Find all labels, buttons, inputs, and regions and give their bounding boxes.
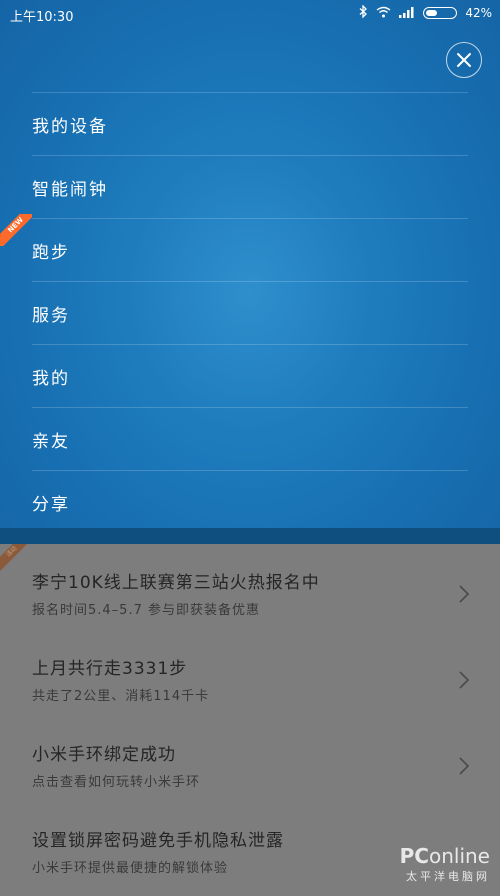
list-item-title: 小米手环绑定成功 xyxy=(32,745,176,765)
list-item-title: 李宁10K线上联赛第三站火热报名中 xyxy=(32,573,320,593)
menu-item-friends[interactable]: 亲友 xyxy=(32,407,468,470)
status-icons: 42% xyxy=(359,4,492,21)
wifi-icon xyxy=(376,6,391,21)
chevron-right-icon xyxy=(459,671,470,689)
battery-icon xyxy=(423,7,458,19)
menu-item-services[interactable]: 服务 xyxy=(32,281,468,344)
drawer-menu: 我的设备 智能闹钟 跑步 服务 我的 亲友 分享 xyxy=(32,92,468,533)
activity-badge-label: 活动 xyxy=(0,544,28,572)
menu-item-label: 跑步 xyxy=(32,242,70,263)
menu-item-share[interactable]: 分享 xyxy=(32,470,468,533)
new-badge: NEW xyxy=(0,214,32,246)
new-badge-label: NEW xyxy=(0,214,32,246)
menu-item-label: 服务 xyxy=(32,305,70,326)
status-bar: 上午10:30 42% xyxy=(0,0,500,28)
menu-item-my-devices[interactable]: 我的设备 xyxy=(32,92,468,155)
close-icon xyxy=(457,53,471,67)
watermark-logo: PConline xyxy=(399,844,490,868)
list-item-subtitle: 点击查看如何玩转小米手环 xyxy=(32,775,201,790)
battery-percent: 42% xyxy=(465,6,492,20)
menu-item-running[interactable]: 跑步 xyxy=(32,218,468,281)
chevron-right-icon xyxy=(459,585,470,603)
menu-item-smart-alarm[interactable]: 智能闹钟 xyxy=(32,155,468,218)
close-button[interactable] xyxy=(446,42,482,78)
status-time: 上午10:30 xyxy=(10,10,74,25)
watermark-subtitle: 太平洋电脑网 xyxy=(406,870,490,883)
menu-item-mine[interactable]: 我的 xyxy=(32,344,468,407)
list-item[interactable]: 小米手环绑定成功 点击查看如何玩转小米手环 xyxy=(32,740,474,810)
bluetooth-icon xyxy=(359,4,368,21)
menu-item-label: 我的 xyxy=(32,368,70,389)
battery-fill xyxy=(426,10,438,16)
menu-item-label: 亲友 xyxy=(32,431,70,452)
watermark: PConline 太平洋电脑网 xyxy=(400,844,490,884)
activity-badge: 活动 xyxy=(0,544,28,572)
list-item[interactable]: 李宁10K线上联赛第三站火热报名中 报名时间5.4–5.7 参与即获装备优惠 xyxy=(32,568,474,638)
menu-item-label: 我的设备 xyxy=(32,116,108,137)
dimmed-feed: 活动 李宁10K线上联赛第三站火热报名中 报名时间5.4–5.7 参与即获装备优… xyxy=(0,544,500,888)
chevron-right-icon xyxy=(459,757,470,775)
signal-icon xyxy=(399,6,415,21)
nav-drawer: 上午10:30 42% NEW 我的设备 智能闹钟 跑步 服务 我的 亲友 分享 xyxy=(0,0,500,528)
menu-item-label: 智能闹钟 xyxy=(32,179,108,200)
list-item-subtitle: 共走了2公里、消耗114千卡 xyxy=(32,689,210,704)
list-item-title: 上月共行走3331步 xyxy=(32,659,188,679)
list-item[interactable]: 上月共行走3331步 共走了2公里、消耗114千卡 xyxy=(32,654,474,724)
menu-item-label: 分享 xyxy=(32,494,70,515)
drawer-bottom-edge xyxy=(0,528,500,544)
list-item-subtitle: 报名时间5.4–5.7 参与即获装备优惠 xyxy=(32,603,260,618)
